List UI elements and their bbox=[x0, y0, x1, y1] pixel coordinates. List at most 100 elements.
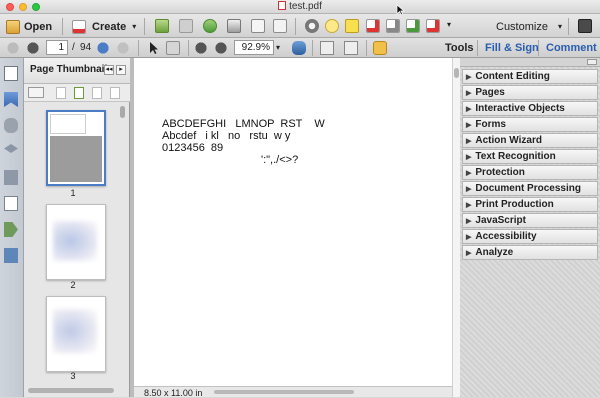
tools-section-document-processing[interactable]: ▶ Document Processing bbox=[462, 181, 598, 196]
forward-view-icon[interactable] bbox=[116, 41, 130, 55]
print-icon[interactable] bbox=[227, 19, 241, 33]
tools-section-pages[interactable]: ▶ Pages bbox=[462, 85, 598, 100]
tools-section-javascript[interactable]: ▶ JavaScript bbox=[462, 213, 598, 228]
tools-section-accessibility[interactable]: ▶ Accessibility bbox=[462, 229, 598, 244]
add-page-icon[interactable] bbox=[74, 87, 84, 99]
toolbar-divider bbox=[568, 18, 569, 35]
panel-options-icon[interactable] bbox=[587, 59, 597, 65]
thumbnail-gray-block bbox=[50, 136, 102, 182]
page-thumbnail[interactable] bbox=[46, 110, 106, 186]
highlight-icon[interactable] bbox=[345, 19, 359, 33]
layers-icon[interactable] bbox=[4, 144, 18, 153]
thumbnails-panel: Page Thumbnails ◂◂ ▸ 1 2 3 bbox=[24, 58, 130, 397]
thumbnail-scrollbar[interactable] bbox=[120, 106, 125, 118]
read-mode-icon[interactable] bbox=[373, 41, 387, 55]
tools-section-print-production[interactable]: ▶ Print Production bbox=[462, 197, 598, 212]
collapse-panel-icon[interactable]: ◂◂ bbox=[104, 65, 114, 75]
tools-section-label: Action Wizard bbox=[475, 135, 542, 146]
tools-section-label: Protection bbox=[475, 167, 525, 178]
thumbnail-label: 1 bbox=[70, 188, 76, 198]
options-menu-icon[interactable] bbox=[28, 87, 44, 98]
insert-page-icon[interactable] bbox=[406, 19, 420, 33]
customize-label: Customize bbox=[496, 20, 548, 33]
folder-icon bbox=[6, 19, 20, 34]
tools-section-analyze[interactable]: ▶ Analyze bbox=[462, 245, 598, 260]
tools-section-label: Analyze bbox=[475, 247, 514, 258]
main-toolbar: Open Create ▾ ▾ Customize ▾ bbox=[0, 14, 600, 38]
tools-panel: ▶ Content Editing ▶ Pages ▶ Interactive Objec… bbox=[460, 58, 600, 397]
disclosure-triangle-icon: ▶ bbox=[466, 185, 472, 193]
save-icon[interactable] bbox=[179, 19, 193, 33]
hand-tool-icon[interactable] bbox=[166, 41, 180, 55]
page-thumbnails-icon[interactable] bbox=[4, 66, 18, 81]
zoom-out-icon[interactable] bbox=[194, 41, 208, 55]
tools-section-interactive-objects[interactable]: ▶ Interactive Objects bbox=[462, 101, 598, 116]
create-button[interactable]: Create ▾ bbox=[72, 18, 136, 35]
horizontal-scrollbar-thumb[interactable] bbox=[214, 390, 354, 394]
page-thumbnail[interactable] bbox=[46, 204, 106, 280]
tools-section-label: Content Editing bbox=[475, 71, 550, 82]
previous-page-icon[interactable] bbox=[6, 41, 20, 55]
document-text-line: 0123456 89 bbox=[162, 142, 224, 154]
document-page[interactable]: ABCDEFGHI LMNOP RST W Abcdef i kl no rst… bbox=[134, 58, 452, 386]
scrollbar-thumb[interactable] bbox=[454, 68, 459, 78]
total-pages: 94 bbox=[80, 42, 92, 53]
disclosure-triangle-icon: ▶ bbox=[466, 73, 472, 81]
select-arrow-icon[interactable] bbox=[146, 41, 160, 55]
model-tree-icon[interactable] bbox=[4, 248, 18, 263]
panel-title: Page Thumbnails bbox=[30, 64, 113, 75]
comment-icon[interactable] bbox=[325, 19, 339, 33]
gear-icon[interactable] bbox=[305, 19, 319, 33]
insert-pages-icon[interactable] bbox=[56, 87, 66, 99]
rotate-page-icon[interactable] bbox=[92, 87, 102, 99]
tags-icon[interactable] bbox=[4, 222, 18, 237]
next-page-icon[interactable] bbox=[26, 41, 40, 55]
fit-width-icon[interactable] bbox=[344, 41, 358, 55]
toolbar-divider bbox=[312, 40, 313, 56]
create-pdf-icon bbox=[72, 19, 86, 34]
page-content-icon[interactable] bbox=[4, 196, 18, 211]
redact-icon[interactable] bbox=[426, 19, 440, 33]
zoom-dropdown-icon[interactable]: ▾ bbox=[276, 43, 280, 52]
page-thumbnail[interactable] bbox=[46, 296, 106, 372]
tools-section-label: Accessibility bbox=[475, 231, 537, 242]
chevron-down-icon: ▾ bbox=[557, 22, 562, 31]
tools-section-content-editing[interactable]: ▶ Content Editing bbox=[462, 69, 598, 84]
thumbnail-label: 2 bbox=[70, 280, 76, 290]
thumbnail-label: 3 bbox=[70, 371, 76, 381]
customize-button[interactable]: Customize ▾ bbox=[496, 18, 562, 35]
stamp-icon[interactable] bbox=[292, 41, 306, 55]
disclosure-triangle-icon: ▶ bbox=[466, 89, 472, 97]
cloud-upload-icon[interactable] bbox=[203, 19, 217, 33]
more-tools-icon[interactable]: ▾ bbox=[447, 20, 451, 29]
tools-section-forms[interactable]: ▶ Forms bbox=[462, 117, 598, 132]
extract-page-icon[interactable] bbox=[386, 19, 400, 33]
tools-section-action-wizard[interactable]: ▶ Action Wizard bbox=[462, 133, 598, 148]
signature-icon[interactable] bbox=[4, 170, 18, 185]
zoom-in-icon[interactable] bbox=[214, 41, 228, 55]
page-separator: / bbox=[72, 42, 75, 53]
back-view-icon[interactable] bbox=[96, 41, 110, 55]
expand-panel-icon[interactable]: ▸ bbox=[116, 65, 126, 75]
disclosure-triangle-icon: ▶ bbox=[466, 137, 472, 145]
open-button[interactable]: Open bbox=[6, 18, 52, 35]
tools-section-text-recognition[interactable]: ▶ Text Recognition bbox=[462, 149, 598, 164]
fullscreen-icon[interactable] bbox=[578, 19, 592, 33]
create-label: Create bbox=[92, 20, 127, 33]
thumbnail-horizontal-scrollbar[interactable] bbox=[28, 388, 114, 393]
email-icon[interactable] bbox=[273, 19, 287, 33]
fit-page-icon[interactable] bbox=[320, 41, 334, 55]
attachment-icon[interactable] bbox=[4, 118, 18, 133]
page-number-input[interactable]: 1 bbox=[46, 40, 68, 55]
tab-fill-sign[interactable]: Fill & Sign bbox=[478, 40, 546, 56]
open-folder-icon[interactable] bbox=[155, 19, 169, 33]
tab-tools[interactable]: Tools bbox=[438, 40, 481, 56]
tab-comment[interactable]: Comment bbox=[539, 40, 600, 56]
bookmark-icon[interactable] bbox=[4, 92, 18, 107]
delete-page-icon[interactable] bbox=[110, 87, 120, 99]
delete-page-icon[interactable] bbox=[366, 19, 380, 33]
tools-section-protection[interactable]: ▶ Protection bbox=[462, 165, 598, 180]
edit-icon[interactable] bbox=[251, 19, 265, 33]
document-vertical-scrollbar[interactable] bbox=[452, 58, 460, 397]
zoom-input[interactable]: 92.9% bbox=[234, 40, 274, 55]
